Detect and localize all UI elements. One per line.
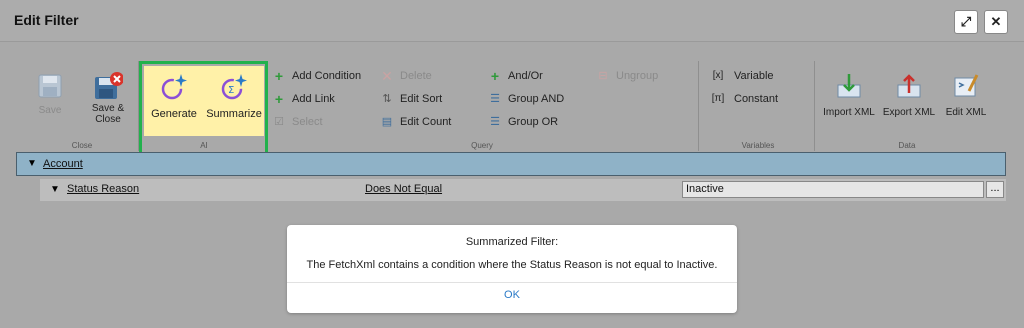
plus-icon: + xyxy=(274,91,284,107)
group-and-label: Group AND xyxy=(508,93,565,105)
save-close-icon xyxy=(95,72,123,99)
group-label-close: Close xyxy=(71,141,93,150)
group-and-button[interactable]: ☰ Group AND xyxy=(488,90,564,108)
ungroup-label: Ungroup xyxy=(616,70,659,82)
edit-count-button[interactable]: ▤ Edit Count xyxy=(380,113,452,131)
dialog-title: Edit Filter xyxy=(14,12,79,28)
edit-count-label: Edit Count xyxy=(400,116,452,128)
condition-value-ellipsis-button[interactable]: ... xyxy=(986,181,1004,198)
checkbox-icon: ☑ xyxy=(274,116,284,128)
delete-button[interactable]: ✕ Delete xyxy=(380,67,432,85)
ok-button[interactable]: OK xyxy=(287,289,737,301)
export-icon xyxy=(897,74,921,98)
save-close-button[interactable]: Save & Close xyxy=(78,69,138,129)
save-close-label-1: Save & xyxy=(91,103,125,114)
constant-icon: [π] xyxy=(711,93,725,104)
condition-operator-link[interactable]: Does Not Equal xyxy=(365,183,442,195)
maximize-button[interactable]: ⤢ xyxy=(954,10,978,34)
edit-xml-label: Edit XML xyxy=(945,107,987,118)
and-or-button[interactable]: + And/Or xyxy=(488,67,543,85)
delete-label: Delete xyxy=(400,70,432,82)
expand-triangle-icon[interactable]: ▼ xyxy=(50,184,60,195)
group-label-data: Data xyxy=(898,141,916,150)
group-icon: ☰ xyxy=(490,116,500,128)
export-xml-button[interactable]: Export XML xyxy=(878,69,940,129)
import-xml-button[interactable]: Import XML xyxy=(818,69,880,129)
plus-icon: + xyxy=(490,68,500,84)
ai-group-highlight xyxy=(139,61,268,156)
delete-x-icon: ✕ xyxy=(381,68,393,84)
group-label-query: Query xyxy=(471,141,493,150)
condition-field-link[interactable]: Status Reason xyxy=(67,183,139,195)
edit-sort-label: Edit Sort xyxy=(400,93,443,105)
edit-xml-button[interactable]: Edit XML xyxy=(940,69,992,129)
import-icon xyxy=(837,74,861,98)
maximize-icon: ⤢ xyxy=(960,14,972,29)
constant-button[interactable]: [π] Constant xyxy=(708,90,778,108)
edit-filter-dialog: Edit Filter ⤢ ✕ Save Save & Close Close … xyxy=(0,0,1024,328)
tree-entity-row[interactable]: ▼ Account xyxy=(16,152,1006,176)
group-or-button[interactable]: ☰ Group OR xyxy=(488,113,558,131)
condition-value-field[interactable]: Inactive xyxy=(682,181,984,198)
variable-icon: [x] xyxy=(712,70,724,81)
title-bar: Edit Filter ⤢ ✕ xyxy=(0,0,1024,42)
save-label: Save xyxy=(38,105,62,116)
add-link-label: Add Link xyxy=(292,93,335,105)
save-icon xyxy=(38,74,62,98)
edit-xml-icon xyxy=(954,74,979,97)
ungroup-icon: ⊟ xyxy=(598,70,608,82)
modal-message: The FetchXml contains a condition where … xyxy=(306,259,718,271)
close-button[interactable]: ✕ xyxy=(984,10,1008,34)
add-condition-label: Add Condition xyxy=(292,70,362,82)
separator xyxy=(698,61,699,151)
group-label-variables: Variables xyxy=(741,141,775,150)
select-label: Select xyxy=(292,116,323,128)
select-button[interactable]: ☑ Select xyxy=(272,113,323,131)
save-close-label-2: Close xyxy=(95,114,121,125)
ungroup-button[interactable]: ⊟ Ungroup xyxy=(596,67,658,85)
sort-icon: ⇅ xyxy=(382,93,392,105)
variable-label: Variable xyxy=(734,70,774,82)
group-or-label: Group OR xyxy=(508,116,559,128)
edit-sort-button[interactable]: ⇅ Edit Sort xyxy=(380,90,442,108)
add-link-button[interactable]: + Add Link xyxy=(272,90,335,108)
group-icon: ☰ xyxy=(490,93,500,105)
expand-triangle-icon[interactable]: ▼ xyxy=(27,158,37,169)
modal-title: Summarized Filter: xyxy=(465,236,559,248)
add-condition-button[interactable]: + Add Condition xyxy=(272,67,361,85)
and-or-label: And/Or xyxy=(508,70,543,82)
import-xml-label: Import XML xyxy=(823,107,875,118)
plus-icon: + xyxy=(274,68,284,84)
separator xyxy=(814,61,815,151)
close-icon: ✕ xyxy=(990,14,1002,29)
save-button[interactable]: Save xyxy=(20,69,80,129)
entity-link[interactable]: Account xyxy=(43,158,83,170)
export-xml-label: Export XML xyxy=(882,107,936,118)
variable-button[interactable]: [x] Variable xyxy=(708,67,774,85)
constant-label: Constant xyxy=(734,93,779,105)
modal-divider xyxy=(287,282,737,283)
count-icon: ▤ xyxy=(381,116,393,128)
summary-modal: Summarized Filter: The FetchXml contains… xyxy=(287,225,737,313)
